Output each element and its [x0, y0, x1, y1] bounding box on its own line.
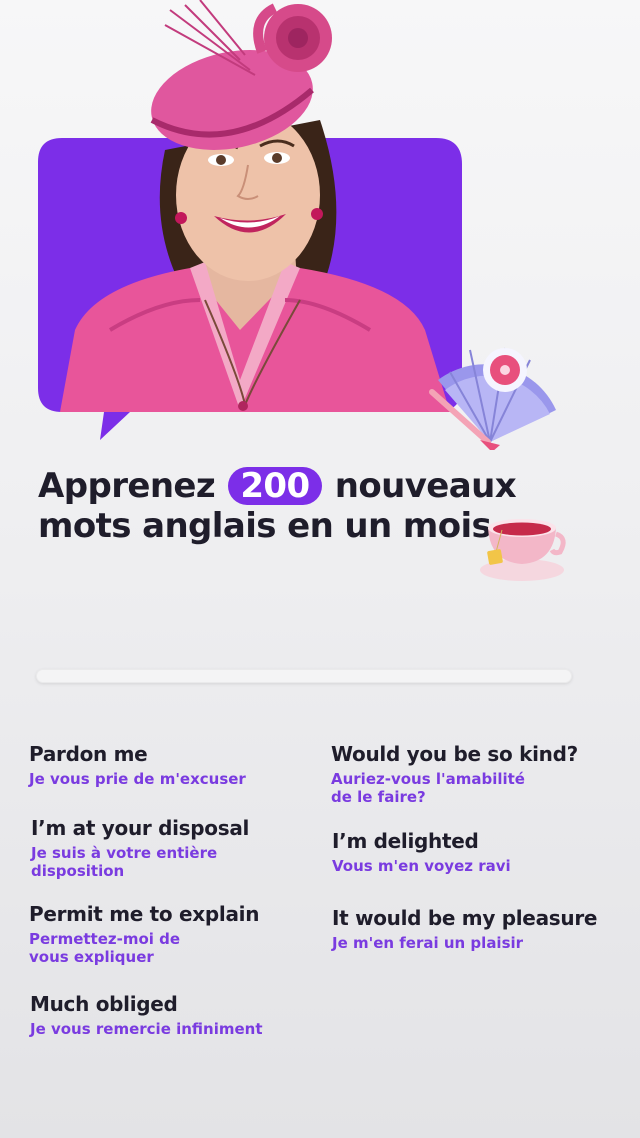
- portrait-illustration: [38, 0, 556, 450]
- phrase-card-my-pleasure: It would be my pleasure Je m'en ferai un…: [332, 906, 597, 952]
- headline-part1: Apprenez: [38, 466, 216, 506]
- phrase-french: Permettez-moi de vous expliquer: [29, 930, 259, 966]
- phrase-english: Would you be so kind?: [331, 742, 578, 766]
- phrase-english: I’m delighted: [332, 829, 479, 853]
- headline-highlight-badge: 200: [228, 467, 322, 505]
- phrase-english: Pardon me: [29, 742, 148, 766]
- teacup-icon: [480, 519, 566, 581]
- phrase-french: Je vous prie de m'excuser: [29, 770, 246, 788]
- phrase-french-line: Je vous remercie infiniment: [30, 1020, 263, 1038]
- phrase-card-much-obliged: Much obliged Je vous remercie infiniment: [30, 992, 263, 1038]
- phrase-french-line: Vous m'en voyez ravi: [332, 857, 511, 875]
- phrase-french-line: vous expliquer: [29, 948, 154, 966]
- phrase-card-at-your-disposal: I’m at your disposal Je suis à votre ent…: [31, 816, 249, 880]
- phrase-english: It would be my pleasure: [332, 906, 598, 930]
- phrase-french-line: de le faire?: [331, 788, 426, 806]
- phrase-french: Auriez-vous l'amabilité de le faire?: [331, 770, 578, 806]
- phrase-card-pardon-me: Pardon me Je vous prie de m'excuser: [29, 742, 246, 788]
- phrase-french-line: Je m'en ferai un plaisir: [332, 934, 524, 952]
- phrase-french: Je suis à votre entière disposition: [31, 844, 249, 880]
- phrase-card-im-delighted: I’m delighted Vous m'en voyez ravi: [332, 829, 511, 875]
- phrase-french-line: Je suis à votre entière: [31, 844, 218, 862]
- phrase-french-line: Permettez-moi de: [29, 930, 181, 948]
- phrase-english: Permit me to explain: [29, 902, 260, 926]
- phrase-french-line: Je vous prie de m'excuser: [29, 770, 246, 788]
- phrase-french: Je vous remercie infiniment: [30, 1020, 263, 1038]
- phrase-english: I’m at your disposal: [31, 816, 250, 840]
- progress-bar: [36, 669, 572, 683]
- phrase-french-line: Auriez-vous l'amabilité: [331, 770, 525, 788]
- phrase-french: Vous m'en voyez ravi: [332, 857, 511, 875]
- phrase-french-line: disposition: [31, 862, 125, 880]
- phrase-english: Much obliged: [30, 992, 178, 1016]
- headline-line2: mots anglais en un mois: [38, 506, 492, 546]
- headline-part2: nouveaux: [334, 466, 517, 506]
- phrase-card-would-you-be-so-kind: Would you be so kind? Auriez-vous l'amab…: [331, 742, 578, 806]
- phrase-card-permit-me-to-explain: Permit me to explain Permettez-moi de vo…: [29, 902, 259, 966]
- hero-illustration: [0, 0, 640, 450]
- phrase-french: Je m'en ferai un plaisir: [332, 934, 597, 952]
